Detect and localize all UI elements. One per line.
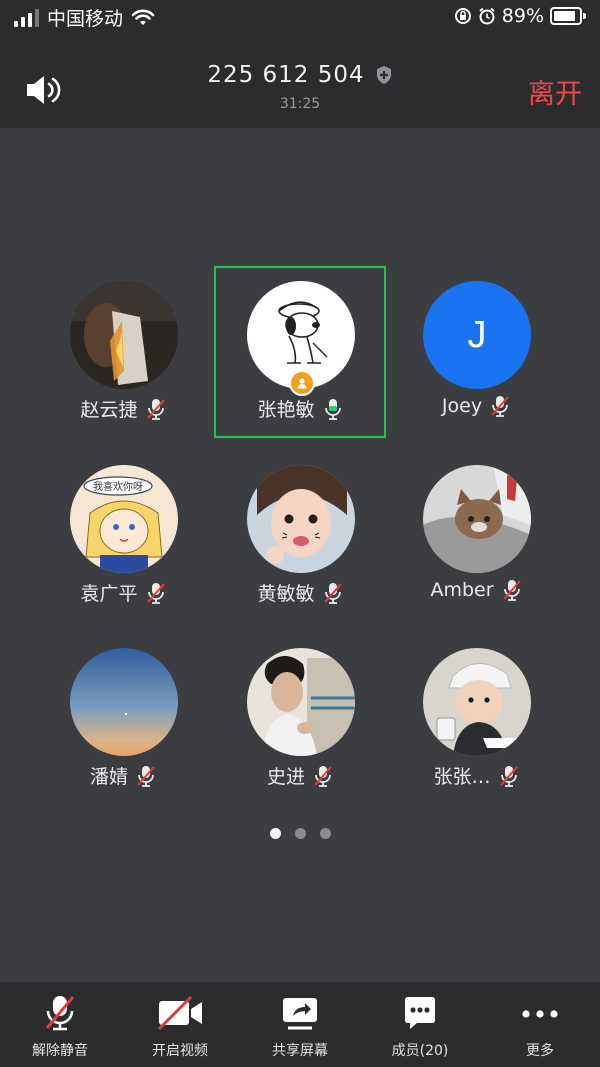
mic-muted-icon [499,765,518,787]
participant-name: 赵云捷 [80,399,138,421]
avatar [70,281,178,389]
participant-tile[interactable]: J Joey [390,266,562,438]
meeting-header: 225 612 504 31:25 离开 [0,34,600,128]
mic-muted-icon [314,765,332,787]
participant-name: Amber [430,579,494,601]
carrier-name: 中国移动 [47,8,124,30]
unmute-button[interactable]: 解除静音 [0,982,120,1067]
page-dot[interactable] [294,828,306,839]
participant-name: 潘婧 [89,766,128,788]
rotation-lock-icon [454,8,471,24]
battery-icon [550,7,586,25]
meeting-toolbar: 解除静音 开启视频 共享屏幕 成员(20) 更多 [0,982,600,1067]
meeting-id: 225 612 504 [207,62,365,88]
participant-tile[interactable]: 赵云捷 [37,266,209,438]
avatar: 我喜欢你呀 [70,465,178,573]
avatar: J [423,281,531,389]
avatar [423,465,531,573]
participant-tile[interactable]: 张张… [390,633,562,805]
participant-tile[interactable]: Amber [390,450,562,622]
avatar [247,465,355,573]
host-badge-icon [289,370,315,396]
start-video-label: 开启视频 [152,1043,208,1059]
participant-name: 张艳敏 [257,399,315,421]
unmute-label: 解除静音 [32,1043,88,1059]
mic-muted-icon [45,996,75,1031]
more-label: 更多 [526,1043,554,1059]
wifi-icon [131,9,155,25]
mic-muted-icon [137,765,155,787]
page-dot-active[interactable] [269,828,281,839]
security-shield-icon[interactable] [375,65,393,85]
participant-name: 黄敏敏 [257,583,315,605]
battery-percent: 89% [501,5,544,27]
participant-name: Joey [441,395,483,417]
share-screen-button[interactable]: 共享屏幕 [240,982,360,1067]
participant-tile[interactable]: 史进 [214,633,386,805]
mic-muted-icon [491,396,509,417]
participant-name: 袁广平 [80,583,138,605]
participant-tile-active-speaker[interactable]: 张艳敏 [214,266,386,438]
more-icon [522,1010,558,1018]
avatar [70,648,178,756]
share-screen-label: 共享屏幕 [272,1043,328,1059]
alarm-icon [479,7,495,25]
participant-tile[interactable]: 我喜欢你呀 袁广平 [37,450,209,622]
avatar [423,648,531,756]
members-button[interactable]: 成员(20) [360,982,480,1067]
avatar-initial: J [467,313,487,356]
share-screen-icon [283,998,317,1030]
participant-grid: 赵云捷 张艳敏 J Joey 我喜欢你呀 袁广平 黄敏敏 Amber 潘婧 史进… [0,128,600,982]
mic-muted-icon [146,398,165,420]
start-video-button[interactable]: 开启视频 [120,982,240,1067]
members-chat-icon [405,997,435,1029]
meeting-info: 225 612 504 31:25 [0,62,600,112]
participant-name: 张张… [433,766,491,788]
meeting-timer: 31:25 [279,96,321,112]
participant-tile[interactable]: 黄敏敏 [214,450,386,622]
mic-muted-icon [146,582,165,604]
page-dot[interactable] [319,828,331,839]
mic-active-icon [324,398,341,420]
mic-muted-icon [323,582,342,604]
mic-muted-icon [502,580,521,601]
speech-bubble-text: 我喜欢你呀 [93,480,143,493]
participant-name: 史进 [266,766,305,788]
signal-icon [14,8,39,27]
page-indicator[interactable] [0,828,600,839]
members-label: 成员(20) [391,1043,449,1059]
more-button[interactable]: 更多 [480,982,600,1067]
avatar [247,648,355,756]
leave-button[interactable]: 离开 [528,72,582,111]
participant-tile[interactable]: 潘婧 [37,633,209,805]
video-off-icon [157,995,202,1031]
status-bar: 中国移动 89% [0,0,600,34]
